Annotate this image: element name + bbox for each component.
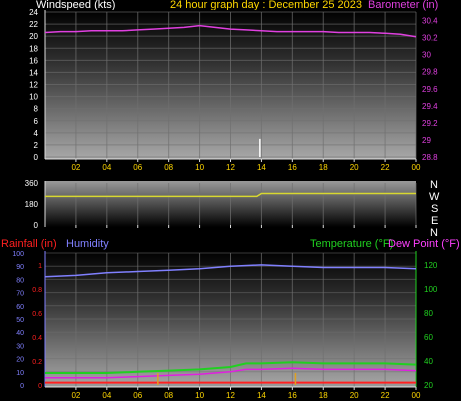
x-tick-label: 04	[102, 163, 111, 172]
wind-tick-label: 24	[29, 8, 38, 17]
wind-axis-title: Windspeed (kts)	[36, 0, 115, 11]
x-tick-label: 00	[412, 163, 421, 172]
wind-tick-label: 2	[34, 141, 39, 150]
temp-tick-label: 60	[424, 333, 433, 342]
x-tick-label: 10	[195, 391, 204, 400]
x-tick-label: 22	[381, 163, 390, 172]
direction-tick-label: 180	[25, 200, 39, 209]
temp-tick-label: 100	[424, 285, 438, 294]
humidity-tick-label: 90	[16, 264, 24, 271]
baro-tick-label: 29	[422, 136, 431, 145]
wind-tick-label: 6	[34, 117, 39, 126]
x-tick-label: 14	[257, 163, 266, 172]
weather-graph: Windspeed (kts) 24 hour graph day : Dece…	[1, 0, 460, 400]
x-tick-label: 16	[288, 391, 297, 400]
x-tick-label: 18	[319, 163, 328, 172]
baro-tick-label: 28.8	[422, 153, 438, 162]
x-tick-label: 02	[71, 391, 80, 400]
humidity-tick-label: 70	[16, 291, 24, 298]
temp-tick-label: 40	[424, 357, 433, 366]
x-tick-label: 00	[412, 391, 421, 400]
x-tick-label: 20	[350, 163, 359, 172]
wind-tick-label: 0	[34, 153, 39, 162]
chart-title: 24 hour graph day : December 25 2023	[170, 0, 362, 11]
wind-tick-label: 14	[29, 68, 38, 77]
rain-tick-label: 0.8	[32, 287, 42, 294]
temperature-axis-title: Temperature (°F)	[310, 238, 393, 250]
direction-tick-label: 0	[34, 221, 39, 230]
wind-tick-label: 4	[34, 129, 39, 138]
x-tick-label: 02	[71, 163, 80, 172]
humidity-tick-label: 60	[16, 304, 24, 311]
direction-tick-label: 360	[25, 179, 39, 188]
x-tick-label: 12	[226, 163, 235, 172]
humidity-tick-label: 100	[12, 251, 24, 258]
baro-axis-title: Barometer (in)	[368, 0, 438, 11]
humidity-tick-label: 80	[16, 277, 24, 284]
compass-s: S	[431, 203, 438, 215]
x-tick-label: 16	[288, 163, 297, 172]
baro-tick-label: 30.2	[422, 34, 438, 43]
x-tick-label: 20	[350, 391, 359, 400]
rain-tick-label: 0.2	[32, 359, 42, 366]
baro-tick-label: 30.4	[422, 17, 438, 26]
x-tick-label: 18	[319, 391, 328, 400]
rain-tick-label: 1	[38, 263, 42, 270]
humidity-tick-label: 20	[16, 357, 24, 364]
temp-tick-label: 120	[424, 261, 438, 270]
wind-tick-label: 22	[29, 20, 38, 29]
baro-tick-label: 29.2	[422, 119, 438, 128]
wind-tick-label: 18	[29, 44, 38, 53]
humidity-tick-label: 50	[16, 317, 24, 324]
compass-n-top: N	[430, 179, 438, 191]
baro-tick-label: 29.6	[422, 85, 438, 94]
wind-tick-label: 20	[29, 32, 38, 41]
baro-tick-label: 29.4	[422, 102, 438, 111]
x-tick-label: 12	[226, 391, 235, 400]
wind-tick-label: 10	[29, 93, 38, 102]
rain-tick-label: 0.6	[32, 311, 42, 318]
x-tick-label: 06	[133, 163, 142, 172]
humidity-tick-label: 0	[20, 383, 24, 390]
baro-tick-label: 29.8	[422, 68, 438, 77]
baro-tick-label: 30	[422, 51, 431, 60]
x-tick-label: 08	[164, 391, 173, 400]
wind-tick-label: 12	[29, 81, 38, 90]
wind-tick-label: 16	[29, 56, 38, 65]
compass-labels: N W S E N	[429, 179, 440, 239]
humidity-tick-label: 30	[16, 343, 24, 350]
rain-tick-label: 0.4	[32, 335, 42, 342]
compass-w: W	[429, 191, 440, 203]
humidity-tick-label: 10	[16, 370, 24, 377]
compass-e: E	[431, 215, 438, 227]
rain-tick-label: 0	[38, 383, 42, 390]
temp-tick-label: 20	[424, 381, 433, 390]
x-tick-label: 10	[195, 163, 204, 172]
rain-axis-title: Rainfall (in)	[1, 238, 57, 250]
dewpoint-axis-title: Dew Point (°F)	[388, 238, 460, 250]
x-tick-label: 22	[381, 391, 390, 400]
temp-tick-label: 80	[424, 309, 433, 318]
wind-tick-label: 8	[34, 105, 39, 114]
x-tick-label: 08	[164, 163, 173, 172]
humidity-axis-title: Humidity	[66, 238, 109, 250]
x-tick-label: 14	[257, 391, 266, 400]
humidity-tick-label: 40	[16, 330, 24, 337]
x-tick-label: 06	[133, 391, 142, 400]
x-tick-label: 04	[102, 391, 111, 400]
